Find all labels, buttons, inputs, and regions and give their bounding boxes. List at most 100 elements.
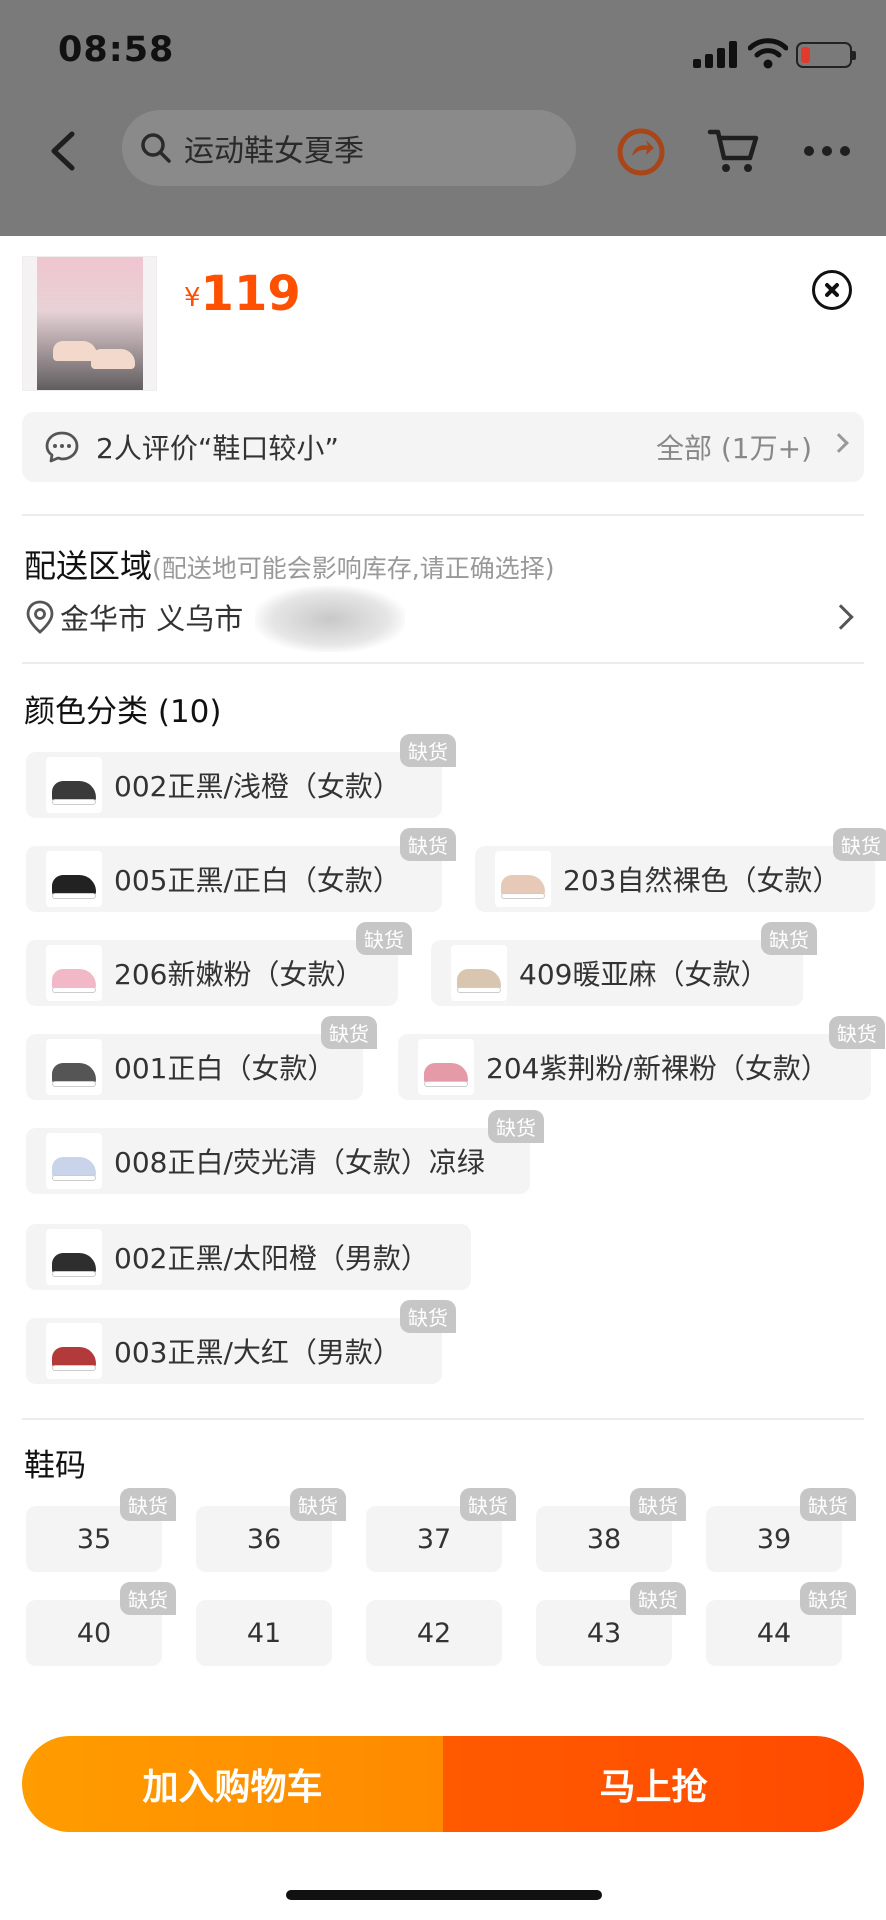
out-of-stock-badge: 缺货 [761, 922, 817, 955]
color-option-chip[interactable]: 203自然裸色（女款） 缺货 [475, 828, 886, 912]
review-summary-bar[interactable]: 2人评价“鞋口较小” 全部 (1万+) [22, 412, 864, 482]
delivery-area-note: (配送地可能会影响库存,请正确选择) [152, 554, 555, 583]
size-option-chip[interactable]: 38 缺货 [536, 1488, 686, 1572]
battery-icon [796, 42, 856, 68]
color-option-thumbnail [46, 851, 102, 907]
color-option-thumbnail [46, 1229, 102, 1285]
buy-now-button[interactable]: 马上抢 [443, 1736, 864, 1832]
product-thumbnail [22, 256, 157, 391]
size-option-label: 39 [756, 1523, 792, 1555]
out-of-stock-badge: 缺货 [630, 1488, 686, 1521]
close-icon[interactable] [812, 270, 852, 310]
divider [22, 662, 864, 664]
out-of-stock-badge: 缺货 [833, 828, 886, 861]
delivery-location: 金华市 义乌市 [60, 602, 244, 636]
delivery-area-label: 配送区域 [24, 547, 153, 585]
out-of-stock-badge: 缺货 [356, 922, 412, 955]
color-option-chip[interactable]: 409暖亚麻（女款） 缺货 [431, 922, 817, 1006]
divider [22, 514, 864, 516]
color-option-thumbnail [46, 1323, 102, 1379]
delivery-address-row[interactable]: 金华市 义乌市 [24, 596, 243, 638]
size-option-chip[interactable]: 41 [196, 1600, 332, 1666]
color-option-label: 003正黑/大红（男款） [114, 1336, 401, 1369]
color-option-chip[interactable]: 003正黑/大红（男款） 缺货 [26, 1300, 456, 1384]
chat-bubble-icon [45, 431, 79, 463]
chevron-right-icon[interactable] [828, 604, 854, 630]
color-option-thumbnail [46, 945, 102, 1001]
color-option-label: 001正白（女款） [114, 1052, 336, 1085]
color-option-chip[interactable]: 001正白（女款） 缺货 [26, 1016, 377, 1100]
size-option-chip[interactable]: 40 缺货 [26, 1582, 176, 1666]
location-pin-icon [26, 600, 54, 634]
share-icon[interactable] [614, 124, 668, 178]
add-to-cart-button[interactable]: 加入购物车 [22, 1736, 443, 1832]
color-option-thumbnail [46, 1039, 102, 1095]
out-of-stock-badge: 缺货 [630, 1582, 686, 1615]
divider [22, 1418, 864, 1420]
size-option-chip[interactable]: 42 [366, 1600, 502, 1666]
delivery-area-title: 配送区域(配送地可能会影响库存,请正确选择) [24, 541, 554, 587]
size-option-label: 40 [76, 1617, 112, 1649]
color-option-thumbnail [46, 1133, 102, 1189]
background-page: 08:58 运动鞋女夏季 [0, 0, 886, 240]
size-option-label: 41 [246, 1617, 282, 1649]
color-option-chip[interactable]: 008正白/荧光清（女款）凉绿 缺货 [26, 1110, 544, 1194]
color-option-label: 206新嫩粉（女款） [114, 958, 364, 991]
color-option-thumbnail [495, 851, 551, 907]
size-option-label: 43 [586, 1617, 622, 1649]
out-of-stock-badge: 缺货 [400, 734, 456, 767]
search-icon [141, 133, 171, 163]
color-option-chip[interactable]: 005正黑/正白（女款） 缺货 [26, 828, 456, 912]
size-option-chip[interactable]: 39 缺货 [706, 1488, 856, 1572]
out-of-stock-badge: 缺货 [460, 1488, 516, 1521]
size-option-chip[interactable]: 43 缺货 [536, 1582, 686, 1666]
out-of-stock-badge: 缺货 [800, 1488, 856, 1521]
sku-selector-sheet: ¥119 2人评价“鞋口较小” 全部 (1万+) 配送区域(配送地可能会影响库存… [0, 236, 886, 1920]
size-option-label: 37 [416, 1523, 452, 1555]
out-of-stock-badge: 缺货 [400, 1300, 456, 1333]
color-option-label: 008正白/荧光清（女款）凉绿 [114, 1146, 485, 1179]
product-price: ¥119 [184, 266, 301, 322]
redacted-address [255, 586, 405, 652]
status-bar: 08:58 [0, 0, 886, 100]
color-option-label: 002正黑/浅橙（女款） [114, 770, 401, 803]
more-icon[interactable] [800, 124, 854, 178]
color-option-label: 204紫荆粉/新裸粉（女款） [486, 1052, 829, 1085]
color-section-title: 颜色分类 (10) [24, 694, 222, 730]
review-all-link[interactable]: 全部 (1万+) [656, 427, 812, 467]
cart-icon[interactable] [706, 124, 760, 178]
size-option-label: 42 [416, 1617, 452, 1649]
size-option-label: 36 [246, 1523, 282, 1555]
out-of-stock-badge: 缺货 [488, 1110, 544, 1143]
search-placeholder: 运动鞋女夏季 [184, 134, 364, 169]
review-snippet: 2人评价“鞋口较小” [96, 432, 339, 465]
color-option-label: 005正黑/正白（女款） [114, 864, 401, 897]
out-of-stock-badge: 缺货 [800, 1582, 856, 1615]
size-option-label: 38 [586, 1523, 622, 1555]
color-option-label: 409暖亚麻（女款） [519, 958, 769, 991]
color-option-chip[interactable]: 002正黑/太阳橙（男款） [26, 1224, 471, 1290]
color-option-chip[interactable]: 002正黑/浅橙（女款） 缺货 [26, 734, 456, 818]
color-option-chip[interactable]: 206新嫩粉（女款） 缺货 [26, 922, 412, 1006]
size-option-chip[interactable]: 37 缺货 [366, 1488, 516, 1572]
out-of-stock-badge: 缺货 [321, 1016, 377, 1049]
signal-icon [693, 40, 737, 68]
home-indicator[interactable] [286, 1890, 602, 1900]
size-option-chip[interactable]: 35 缺货 [26, 1488, 176, 1572]
size-option-label: 35 [76, 1523, 112, 1555]
back-arrow-icon[interactable] [44, 128, 84, 174]
nav-bar: 运动鞋女夏季 [0, 100, 886, 200]
size-option-chip[interactable]: 36 缺货 [196, 1488, 346, 1572]
color-option-chip[interactable]: 204紫荆粉/新裸粉（女款） 缺货 [398, 1016, 885, 1100]
color-option-label: 203自然裸色（女款） [563, 864, 841, 897]
color-option-thumbnail [46, 757, 102, 813]
price-value: 119 [200, 266, 301, 322]
out-of-stock-badge: 缺货 [120, 1582, 176, 1615]
out-of-stock-badge: 缺货 [400, 828, 456, 861]
out-of-stock-badge: 缺货 [120, 1488, 176, 1521]
size-option-chip[interactable]: 44 缺货 [706, 1582, 856, 1666]
color-option-label: 002正黑/太阳橙（男款） [114, 1242, 429, 1275]
color-option-thumbnail [418, 1039, 474, 1095]
search-input[interactable]: 运动鞋女夏季 [122, 110, 576, 186]
status-time: 08:58 [58, 30, 175, 70]
